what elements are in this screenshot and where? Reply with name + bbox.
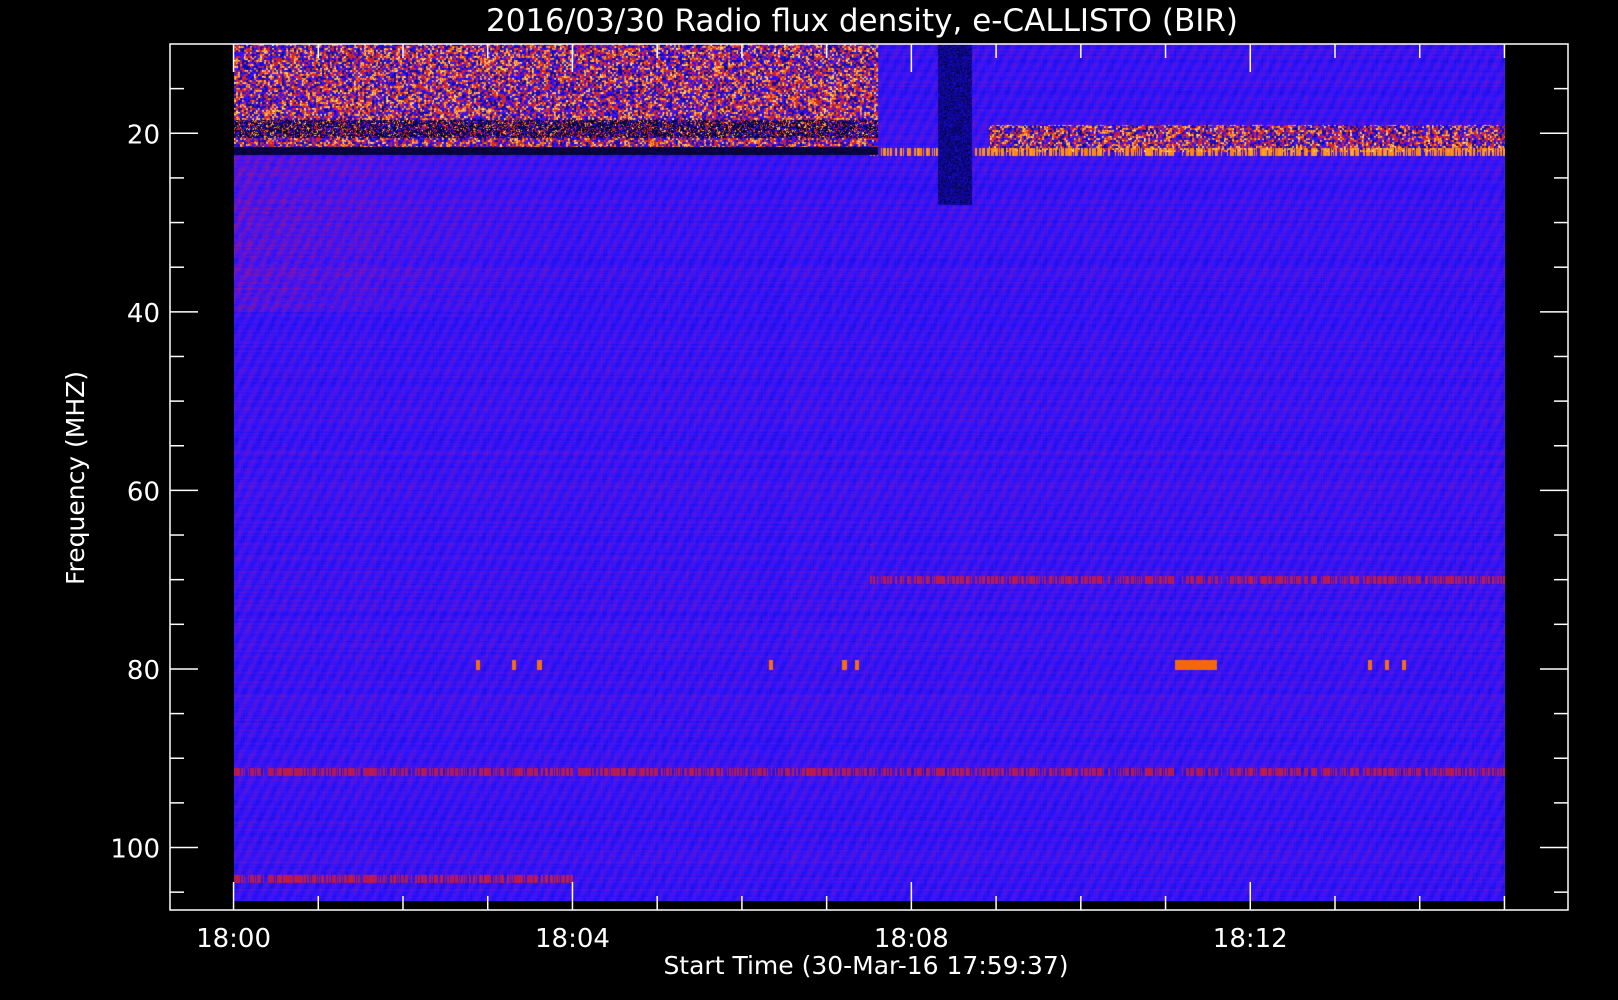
x-tick-label: 18:08 bbox=[874, 924, 949, 954]
y-tick-label: 40 bbox=[127, 299, 160, 329]
y-tick-label: 80 bbox=[127, 656, 160, 686]
y-axis-title: Frequency (MHZ) bbox=[61, 371, 90, 585]
spectrogram-heatmap bbox=[233, 44, 1505, 901]
y-tick-label: 60 bbox=[127, 477, 160, 507]
heatmap-canvas bbox=[233, 44, 1505, 901]
y-tick-label: 20 bbox=[127, 120, 160, 150]
spectrogram-chart: 2016/03/30 Radio flux density, e-CALLIST… bbox=[0, 0, 1618, 1000]
x-tick-label: 18:04 bbox=[535, 924, 610, 954]
x-axis-title: Start Time (30-Mar-16 17:59:37) bbox=[663, 951, 1068, 980]
x-tick-label: 18:00 bbox=[196, 924, 271, 954]
chart-title: 2016/03/30 Radio flux density, e-CALLIST… bbox=[486, 3, 1238, 39]
heatmap-image bbox=[233, 44, 1505, 901]
x-tick-label: 18:12 bbox=[1213, 924, 1288, 954]
y-tick-label: 100 bbox=[110, 835, 160, 865]
